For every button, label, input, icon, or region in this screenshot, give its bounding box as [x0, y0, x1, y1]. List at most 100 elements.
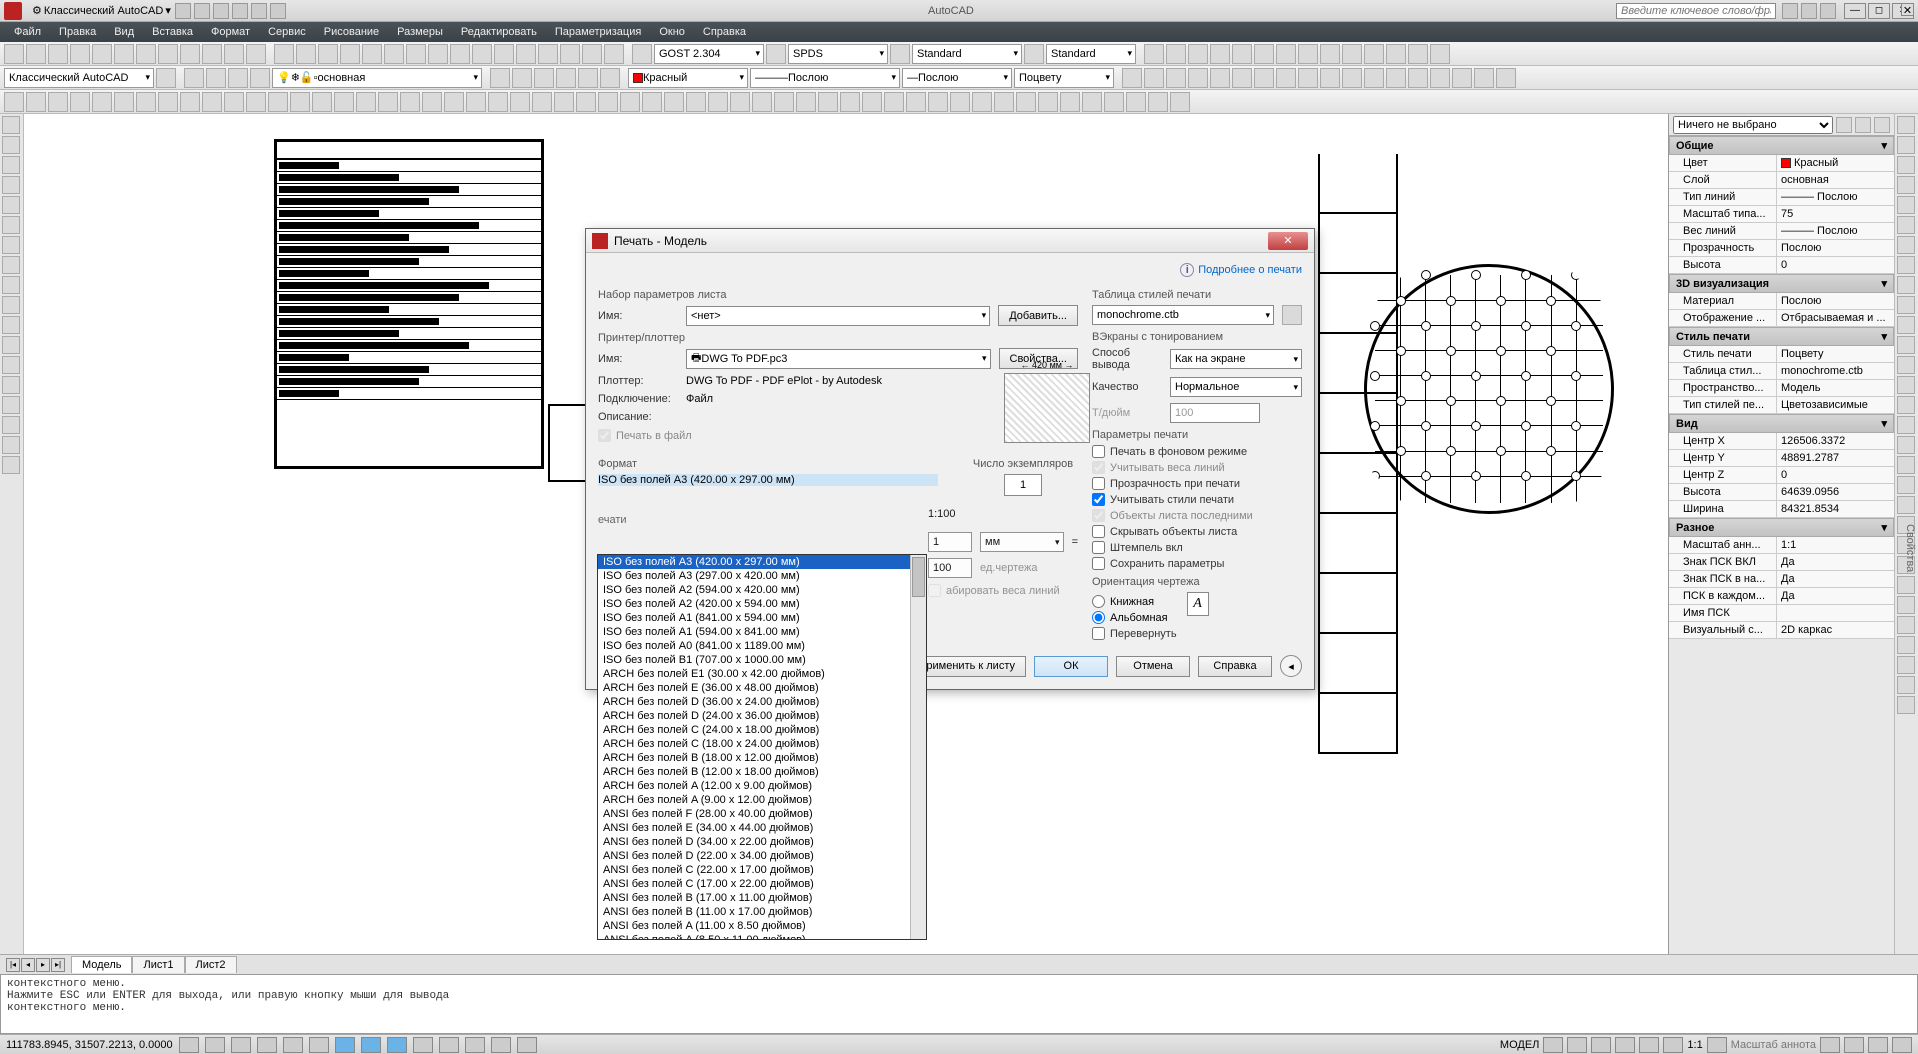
more-info-link[interactable]: iПодробнее о печати — [598, 263, 1302, 277]
draw-tool-14-icon[interactable] — [312, 92, 332, 112]
draw-tool-49-icon[interactable] — [1082, 92, 1102, 112]
paste-icon[interactable] — [180, 44, 200, 64]
prop-row[interactable]: Вес линий——— Послою — [1669, 223, 1894, 240]
modify-tool-4-icon[interactable] — [1210, 68, 1230, 88]
qat-open-icon[interactable] — [194, 3, 210, 19]
restore-button[interactable]: ◻ — [1868, 3, 1890, 19]
prop-row[interactable]: Имя ПСК — [1669, 605, 1894, 622]
vright-2-icon[interactable] — [1897, 156, 1915, 174]
prop-row[interactable]: Отображение ...Отбрасываемая и ... — [1669, 310, 1894, 327]
draw-tool-37-icon[interactable] — [818, 92, 838, 112]
select-objects-icon[interactable] — [1874, 117, 1890, 133]
menu-Вид[interactable]: Вид — [106, 24, 142, 40]
prop-row[interactable]: Знак ПСК ВКЛДа — [1669, 554, 1894, 571]
draw-tool-11-icon[interactable] — [246, 92, 266, 112]
prop-group-3D визуализация[interactable]: 3D визуализация▾ — [1669, 274, 1894, 293]
status-right-5-icon[interactable] — [1663, 1037, 1683, 1053]
help-icon[interactable] — [1820, 3, 1836, 19]
workspace-selector[interactable]: ⚙ Классический AutoCAD ▾ — [32, 4, 171, 17]
draw-tool-41-icon[interactable] — [906, 92, 926, 112]
plot-style-combo[interactable]: monochrome.ctb — [1092, 305, 1274, 325]
vright-9-icon[interactable] — [1897, 296, 1915, 314]
quality-combo[interactable]: Нормальное — [1170, 377, 1302, 397]
draw-tool-10-icon[interactable] — [224, 92, 244, 112]
vdraw-9-icon[interactable] — [2, 296, 20, 314]
modify-tool-5-icon[interactable] — [1232, 68, 1252, 88]
draw-tool-0-icon[interactable] — [4, 92, 24, 112]
text-style-combo[interactable]: GOST 2.304 — [654, 44, 764, 64]
vright-5-icon[interactable] — [1897, 216, 1915, 234]
paper-option[interactable]: ANSI без полей C (17.00 x 22.00 дюймов) — [598, 877, 926, 891]
dim-tool-4-icon[interactable] — [1232, 44, 1252, 64]
prop-row[interactable]: Тип стилей пе...Цветозависимые — [1669, 397, 1894, 414]
status-right-1-icon[interactable] — [1567, 1037, 1587, 1053]
draw-tool-15-icon[interactable] — [334, 92, 354, 112]
paper-size-combo[interactable]: ISO без полей A3 (420.00 x 297.00 мм) — [598, 474, 938, 486]
draw-tool-26-icon[interactable] — [576, 92, 596, 112]
modify-tool-14-icon[interactable] — [1430, 68, 1450, 88]
draw-tool-42-icon[interactable] — [928, 92, 948, 112]
prop-row[interactable]: Слойосновная — [1669, 172, 1894, 189]
dim-tool-12-icon[interactable] — [1408, 44, 1428, 64]
paper-option[interactable]: ANSI без полей A (8.50 x 11.00 дюймов) — [598, 933, 926, 940]
status-toggle-2[interactable] — [231, 1037, 251, 1053]
layer-state-icon[interactable] — [206, 68, 226, 88]
dim-tool-10-icon[interactable] — [1364, 44, 1384, 64]
mlstyle-icon[interactable] — [1024, 44, 1044, 64]
ml-style-combo[interactable]: Standard — [1046, 44, 1136, 64]
std-tool-10-icon[interactable] — [494, 44, 514, 64]
status-end-0-icon[interactable] — [1820, 1037, 1840, 1053]
modify-tool-6-icon[interactable] — [1254, 68, 1274, 88]
linetype-combo[interactable]: ——— Послою — [750, 68, 900, 88]
vdraw-6-icon[interactable] — [2, 236, 20, 254]
draw-tool-29-icon[interactable] — [642, 92, 662, 112]
std-tool-4-icon[interactable] — [362, 44, 382, 64]
plotstyle-combo[interactable]: Поцвету — [1014, 68, 1114, 88]
vright-15-icon[interactable] — [1897, 416, 1915, 434]
status-right-3-icon[interactable] — [1615, 1037, 1635, 1053]
draw-tool-5-icon[interactable] — [114, 92, 134, 112]
modify-tool-12-icon[interactable] — [1386, 68, 1406, 88]
plot-opt-7[interactable]: Сохранить параметры — [1092, 557, 1302, 570]
modify-tool-2-icon[interactable] — [1166, 68, 1186, 88]
status-toggle-1[interactable] — [205, 1037, 225, 1053]
paper-option[interactable]: ISO без полей A3 (420.00 x 297.00 мм) — [598, 555, 926, 569]
dim-tool-5-icon[interactable] — [1254, 44, 1274, 64]
draw-tool-36-icon[interactable] — [796, 92, 816, 112]
prop-row[interactable]: Высота0 — [1669, 257, 1894, 274]
vdraw-2-icon[interactable] — [2, 156, 20, 174]
paper-option[interactable]: ARCH без полей A (9.00 x 12.00 дюймов) — [598, 793, 926, 807]
modify-tool-13-icon[interactable] — [1408, 68, 1428, 88]
paper-option[interactable]: ARCH без полей A (12.00 x 9.00 дюймов) — [598, 779, 926, 793]
vdraw-10-icon[interactable] — [2, 316, 20, 334]
plot-style-edit-icon[interactable] — [1282, 305, 1302, 325]
layer-combo[interactable]: 💡❄🔓▫ основная — [272, 68, 482, 88]
draw-tool-9-icon[interactable] — [202, 92, 222, 112]
qat-save-icon[interactable] — [213, 3, 229, 19]
paper-option[interactable]: ARCH без полей D (24.00 x 36.00 дюймов) — [598, 709, 926, 723]
status-end-1-icon[interactable] — [1844, 1037, 1864, 1053]
vright-3-icon[interactable] — [1897, 176, 1915, 194]
modify-tool-1-icon[interactable] — [1144, 68, 1164, 88]
selection-filter-combo[interactable]: Ничего не выбрано — [1673, 116, 1833, 134]
menu-Правка[interactable]: Правка — [51, 24, 104, 40]
tab-next-icon[interactable]: ▸ — [36, 958, 50, 972]
vright-27-icon[interactable] — [1897, 656, 1915, 674]
gear-icon[interactable] — [156, 68, 176, 88]
workspace-combo[interactable]: Классический AutoCAD — [4, 68, 154, 88]
menu-Формат[interactable]: Формат — [203, 24, 258, 40]
paper-option[interactable]: ARCH без полей E (36.00 x 48.00 дюймов) — [598, 681, 926, 695]
paper-option[interactable]: ISO без полей A2 (420.00 x 594.00 мм) — [598, 597, 926, 611]
draw-tool-16-icon[interactable] — [356, 92, 376, 112]
dim-tool-1-icon[interactable] — [1166, 44, 1186, 64]
layout-tab-Модель[interactable]: Модель — [71, 956, 132, 973]
orient-flip-check[interactable]: Перевернуть — [1092, 627, 1177, 640]
menu-Справка[interactable]: Справка — [695, 24, 754, 40]
vdraw-13-icon[interactable] — [2, 376, 20, 394]
vright-17-icon[interactable] — [1897, 456, 1915, 474]
prop-row[interactable]: ПрозрачностьПослою — [1669, 240, 1894, 257]
plot-opt-5[interactable]: Скрывать объекты листа — [1092, 525, 1302, 538]
vright-10-icon[interactable] — [1897, 316, 1915, 334]
menu-Вставка[interactable]: Вставка — [144, 24, 201, 40]
redo-icon[interactable] — [246, 44, 266, 64]
